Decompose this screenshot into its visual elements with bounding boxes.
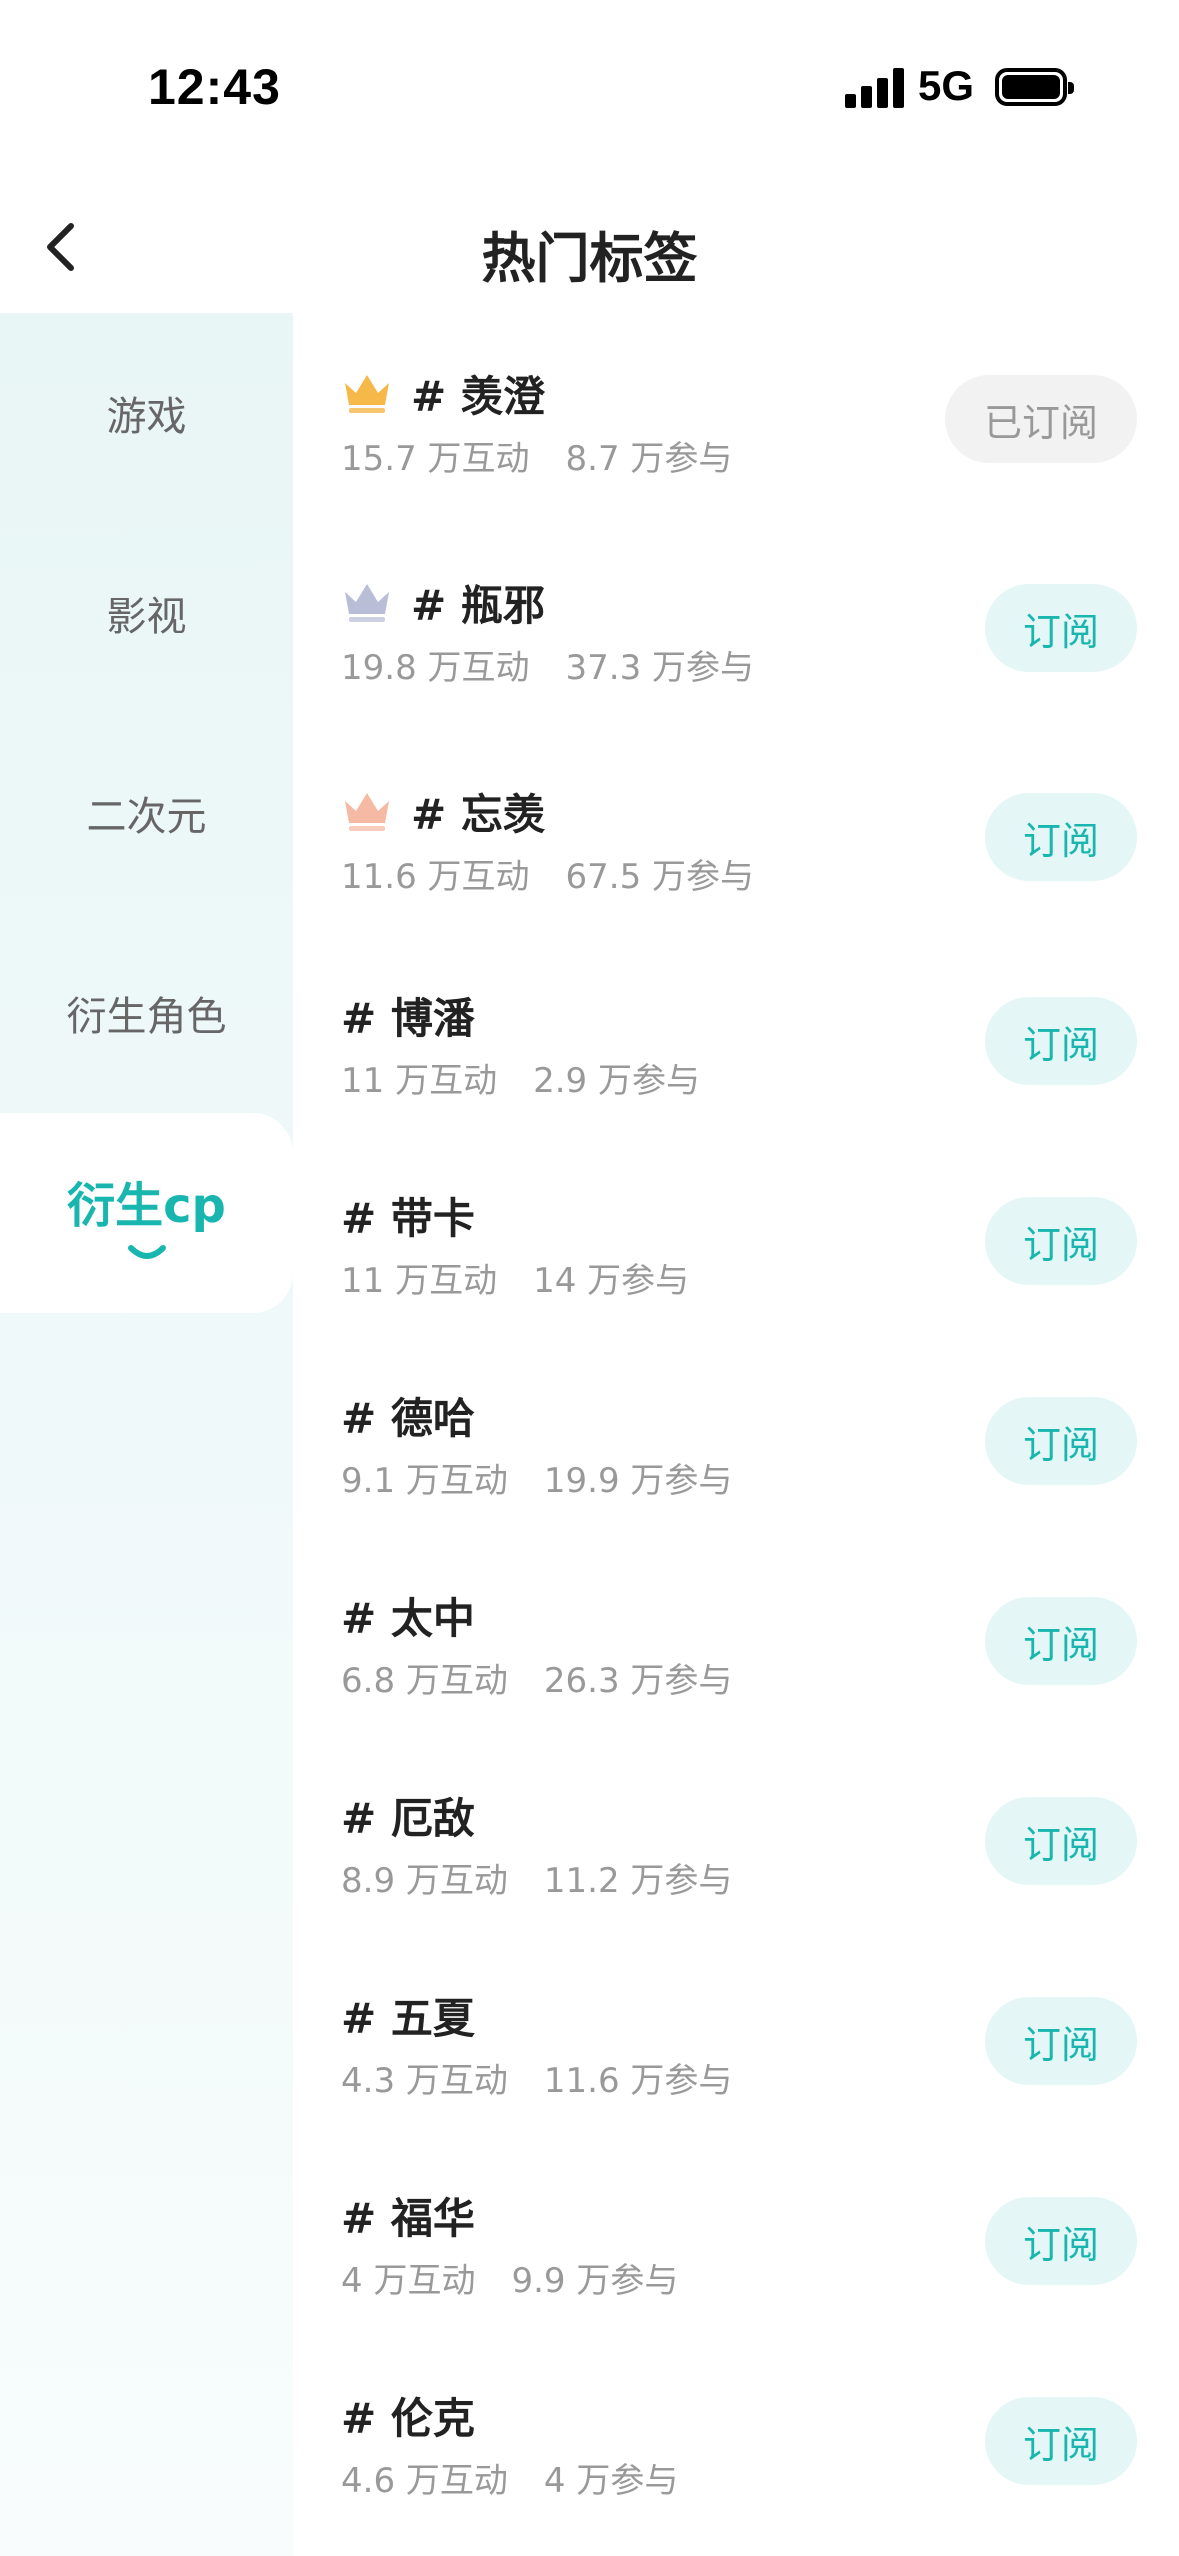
sidebar-item-label: 衍生cp bbox=[67, 1178, 226, 1234]
interaction-count: 15.7 万互动 bbox=[341, 439, 530, 479]
participant-count: 11.2 万参与 bbox=[543, 1861, 733, 1901]
tag-name: # 五夏 bbox=[341, 1993, 475, 2043]
participant-count: 2.9 万参与 bbox=[533, 1061, 700, 1101]
participant-count: 11.6 万参与 bbox=[543, 2061, 733, 2101]
interaction-count: 9.1 万互动 bbox=[341, 1461, 508, 1501]
list-item[interactable]: # 太中 6.8 万互动 26.3 万参与 订阅 bbox=[293, 1535, 1179, 1735]
header: 热门标签 bbox=[0, 190, 1179, 310]
network-type: 5G bbox=[918, 62, 975, 109]
interaction-count: 19.8 万互动 bbox=[341, 648, 530, 688]
list-item[interactable]: # 瓶邪 19.8 万互动 37.3 万参与 订阅 bbox=[293, 522, 1179, 722]
tag-name: # 厄敌 bbox=[341, 1793, 475, 1843]
sidebar-item-acg[interactable]: 二次元 bbox=[0, 713, 293, 913]
sidebar-item-label: 衍生角色 bbox=[66, 994, 227, 1040]
tag-name: # 羡澄 bbox=[411, 371, 545, 421]
tag-name: # 福华 bbox=[341, 2193, 475, 2243]
subscribe-button[interactable]: 订阅 bbox=[985, 793, 1137, 881]
list-item[interactable]: # 福华 4 万互动 9.9 万参与 订阅 bbox=[293, 2135, 1179, 2335]
subscribe-button[interactable]: 订阅 bbox=[985, 1997, 1137, 2085]
tag-name: # 带卡 bbox=[341, 1193, 475, 1243]
list-item[interactable]: # 厄敌 8.9 万互动 11.2 万参与 订阅 bbox=[293, 1735, 1179, 1935]
interaction-count: 8.9 万互动 bbox=[341, 1861, 508, 1901]
subscribe-button[interactable]: 订阅 bbox=[985, 584, 1137, 672]
participant-count: 8.7 万参与 bbox=[565, 439, 733, 479]
page-title: 热门标签 bbox=[481, 227, 698, 290]
cellular-signal-icon bbox=[845, 68, 905, 108]
subscribe-button[interactable]: 订阅 bbox=[985, 997, 1137, 1085]
participant-count: 67.5 万参与 bbox=[565, 857, 755, 897]
participant-count: 4 万参与 bbox=[543, 2461, 679, 2501]
battery-icon bbox=[995, 68, 1074, 106]
subscribe-button[interactable]: 订阅 bbox=[985, 1197, 1137, 1285]
sidebar-item-label: 游戏 bbox=[106, 394, 187, 440]
gold-crown-icon bbox=[345, 375, 389, 413]
status-bar: 12:43 5G bbox=[0, 0, 1179, 170]
tag-name: # 太中 bbox=[341, 1593, 475, 1643]
smile-indicator-icon bbox=[127, 1245, 166, 1259]
participant-count: 19.9 万参与 bbox=[543, 1461, 733, 1501]
interaction-count: 11 万互动 bbox=[341, 1261, 498, 1301]
tag-name: # 伦克 bbox=[341, 2393, 475, 2443]
participant-count: 26.3 万参与 bbox=[543, 1661, 733, 1701]
tag-name: # 瓶邪 bbox=[411, 580, 545, 630]
interaction-count: 4.6 万互动 bbox=[341, 2461, 508, 2501]
category-sidebar: 游戏 影视 二次元 衍生角色 衍生cp bbox=[0, 313, 293, 2556]
participant-count: 14 万参与 bbox=[533, 1261, 690, 1301]
participant-count: 37.3 万参与 bbox=[565, 648, 755, 688]
interaction-count: 4 万互动 bbox=[341, 2261, 476, 2301]
list-item[interactable]: # 忘羡 11.6 万互动 67.5 万参与 订阅 bbox=[293, 731, 1179, 931]
sidebar-item-derivative-cp[interactable]: 衍生cp bbox=[0, 1113, 293, 1313]
silver-crown-icon bbox=[345, 584, 389, 622]
sidebar-item-games[interactable]: 游戏 bbox=[0, 313, 293, 513]
sidebar-item-label: 二次元 bbox=[86, 794, 207, 840]
interaction-count: 11.6 万互动 bbox=[341, 857, 530, 897]
subscribe-button[interactable]: 订阅 bbox=[985, 1597, 1137, 1685]
list-item[interactable]: # 带卡 11 万互动 14 万参与 订阅 bbox=[293, 1135, 1179, 1335]
sidebar-item-film[interactable]: 影视 bbox=[0, 513, 293, 713]
list-item[interactable]: # 德哈 9.1 万互动 19.9 万参与 订阅 bbox=[293, 1335, 1179, 1535]
tag-name: # 忘羡 bbox=[411, 789, 545, 839]
subscribe-button[interactable]: 订阅 bbox=[985, 2397, 1137, 2485]
subscribe-button[interactable]: 订阅 bbox=[985, 1397, 1137, 1485]
status-time: 12:43 bbox=[148, 59, 281, 115]
list-item[interactable]: # 羡澄 15.7 万互动 8.7 万参与 已订阅 bbox=[293, 313, 1179, 513]
interaction-count: 4.3 万互动 bbox=[341, 2061, 508, 2101]
participant-count: 9.9 万参与 bbox=[511, 2261, 679, 2301]
tag-name: # 博潘 bbox=[341, 993, 475, 1043]
interaction-count: 6.8 万互动 bbox=[341, 1661, 508, 1701]
interaction-count: 11 万互动 bbox=[341, 1061, 498, 1101]
subscribe-button[interactable]: 订阅 bbox=[985, 2197, 1137, 2285]
sidebar-item-derivative-characters[interactable]: 衍生角色 bbox=[0, 913, 293, 1113]
list-item[interactable]: # 博潘 11 万互动 2.9 万参与 订阅 bbox=[293, 935, 1179, 1135]
bronze-crown-icon bbox=[345, 793, 389, 831]
list-item[interactable]: # 五夏 4.3 万互动 11.6 万参与 订阅 bbox=[293, 1935, 1179, 2135]
list-item[interactable]: # 伦克 4.6 万互动 4 万参与 订阅 bbox=[293, 2335, 1179, 2535]
subscribe-button[interactable]: 订阅 bbox=[985, 1797, 1137, 1885]
tag-name: # 德哈 bbox=[341, 1393, 475, 1443]
sidebar-item-label: 影视 bbox=[106, 594, 187, 640]
subscribed-button[interactable]: 已订阅 bbox=[945, 375, 1137, 463]
